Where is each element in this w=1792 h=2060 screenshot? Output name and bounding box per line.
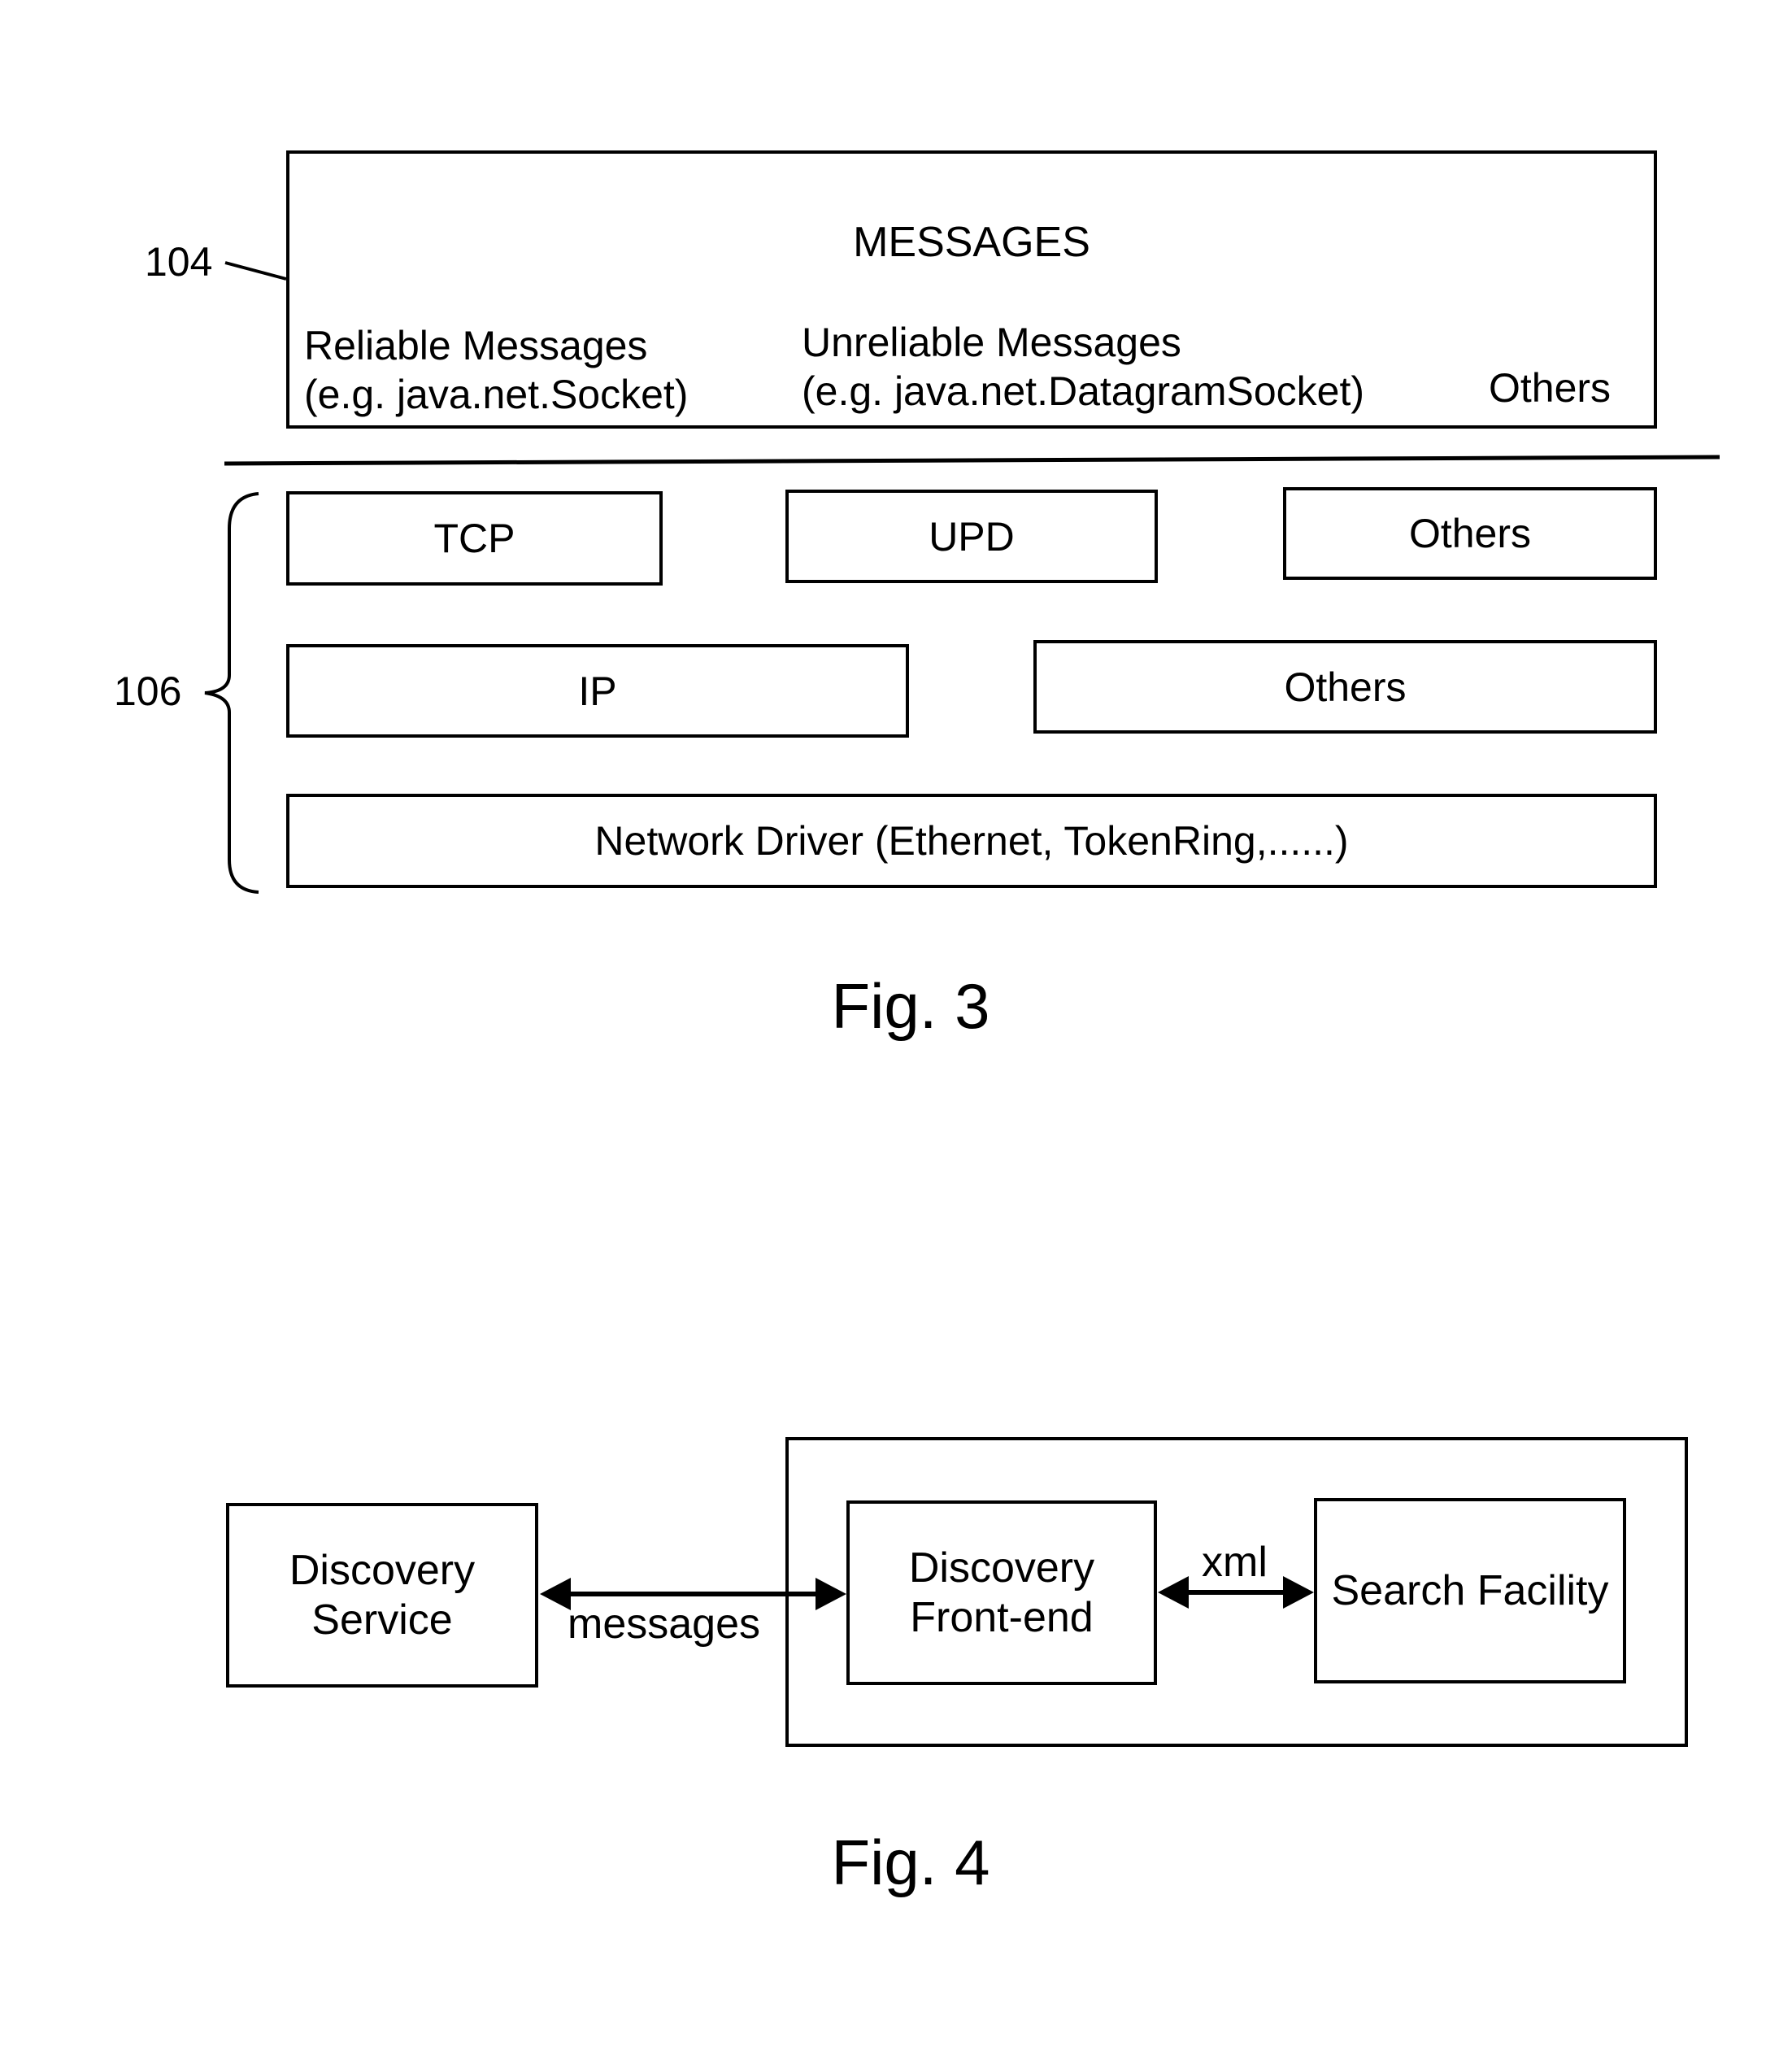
fig4-arrows — [540, 1576, 1314, 1610]
arrowhead-right-xml — [1283, 1576, 1314, 1609]
xml-double-arrow — [1158, 1576, 1314, 1609]
messages-double-arrow — [540, 1578, 846, 1610]
arrowhead-left-messages — [540, 1578, 571, 1610]
arrowhead-left-xml — [1158, 1576, 1189, 1609]
arrowhead-right-messages — [816, 1578, 846, 1610]
